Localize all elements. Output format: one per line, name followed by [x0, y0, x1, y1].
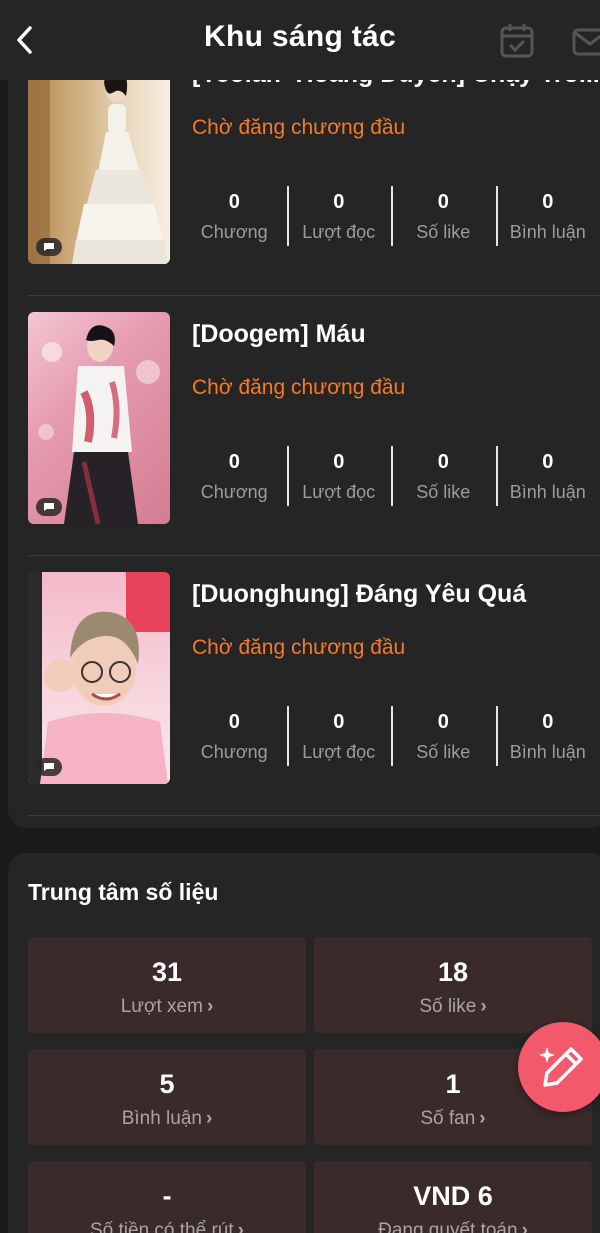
tile-label: Bình luận ›: [28, 1108, 306, 1130]
chevron-right-icon: ›: [205, 1108, 213, 1129]
cover-illustration: [28, 572, 170, 784]
stat-label: Số like: [416, 222, 471, 242]
stat-reads: 0 Lượt đọc: [286, 186, 392, 248]
stat-chapters: 0 Chương: [182, 446, 287, 508]
stat-chapters: 0 Chương: [182, 186, 287, 248]
top-bar: Khu sáng tác: [0, 0, 600, 80]
data-center: Trung tâm số liệu 31 Lượt xem › 18 Số lik…: [8, 853, 600, 1233]
stat-value: 0: [542, 711, 554, 733]
tile-comments[interactable]: 5 Bình luận ›: [28, 1049, 306, 1145]
work-cover[interactable]: [28, 572, 170, 784]
tile-label: Số fan ›: [314, 1108, 592, 1130]
comment-badge: [36, 758, 62, 776]
works-list: [Yeolan×Hoàng Duyên] Chạy Trố... Chờ đăn…: [8, 60, 600, 828]
stat-comments: 0 Bình luận: [495, 706, 600, 768]
tile-label: Lượt xem ›: [28, 996, 306, 1018]
calendar-check-icon: [500, 24, 534, 58]
tile-likes[interactable]: 18 Số like ›: [314, 937, 592, 1033]
comment-icon: [44, 503, 54, 511]
stat-label: Bình luận: [509, 222, 586, 242]
work-stats: 0 Chương 0 Lượt đọc 0 Số like 0 Bình luận: [182, 186, 600, 248]
work-item[interactable]: [Yeolan×Hoàng Duyên] Chạy Trố... Chờ đăn…: [28, 60, 600, 296]
stat-label: Số like: [416, 742, 471, 762]
tile-label-text: Bình luận: [121, 1108, 202, 1129]
work-title[interactable]: [Duonghung] Đáng Yêu Quá: [192, 580, 600, 609]
stat-reads: 0 Lượt đọc: [286, 706, 392, 768]
stat-value: 0: [437, 451, 449, 473]
work-item[interactable]: [Doogem] Máu Chờ đăng chương đầu 0 Chương…: [28, 296, 600, 556]
stat-label: Lượt đọc: [302, 742, 376, 762]
stat-label: Lượt đọc: [302, 482, 376, 502]
stat-value: 0: [333, 191, 345, 213]
tile-views[interactable]: 31 Lượt xem ›: [28, 937, 306, 1033]
stat-label: Lượt đọc: [302, 222, 376, 242]
stat-value: 0: [542, 191, 554, 213]
tile-settling[interactable]: VND 6 Đang quyết toán ›: [314, 1161, 592, 1233]
stat-label: Chương: [200, 482, 268, 502]
chevron-right-icon: ›: [206, 996, 214, 1017]
tile-withdrawable[interactable]: - Số tiền có thể rút ›: [28, 1161, 306, 1233]
comment-icon: [44, 763, 54, 771]
pencil-sparkle-icon: [539, 1047, 583, 1087]
tile-label-text: Đang quyết toán: [378, 1220, 518, 1233]
work-cover[interactable]: [28, 312, 170, 524]
mail-icon: [572, 28, 600, 56]
tile-label-text: Số fan: [420, 1108, 476, 1129]
stat-comments: 0 Bình luận: [495, 446, 600, 508]
stat-chapters: 0 Chương: [182, 706, 287, 768]
tile-label: Số like ›: [314, 996, 592, 1018]
work-item[interactable]: [Duonghung] Đáng Yêu Quá Chờ đăng chương…: [28, 556, 600, 816]
chevron-right-icon: ›: [521, 1220, 528, 1233]
stat-label: Chương: [200, 222, 268, 242]
tile-value: -: [162, 1181, 172, 1211]
chevron-right-icon: ›: [237, 1220, 244, 1233]
stat-label: Bình luận: [509, 742, 586, 762]
stat-label: Số like: [416, 482, 471, 502]
comment-icon: [44, 243, 54, 251]
write-fab-button[interactable]: [518, 1022, 600, 1112]
work-status: Chờ đăng chương đầu: [192, 636, 406, 659]
cover-illustration: [38, 325, 160, 524]
stat-value: 0: [333, 711, 345, 733]
tile-value: 31: [151, 957, 183, 987]
tile-label-text: Lượt xem: [120, 996, 203, 1017]
work-cover[interactable]: [28, 60, 170, 264]
stat-value: 0: [228, 191, 240, 213]
work-title[interactable]: [Doogem] Máu: [192, 320, 600, 349]
tile-value: 18: [437, 957, 469, 987]
stat-likes: 0 Số like: [391, 186, 496, 248]
stat-value: 0: [228, 451, 240, 473]
comment-badge: [36, 498, 62, 516]
data-center-title: Trung tâm số liệu: [28, 879, 219, 905]
stat-likes: 0 Số like: [391, 446, 496, 508]
tile-label: Đang quyết toán ›: [314, 1220, 592, 1233]
tile-value: 5: [159, 1069, 175, 1099]
stat-comments: 0 Bình luận: [495, 186, 600, 248]
tile-label-text: Số like: [419, 996, 477, 1017]
tile-value: VND 6: [413, 1181, 493, 1211]
work-status: Chờ đăng chương đầu: [192, 376, 406, 399]
stat-value: 0: [542, 451, 554, 473]
comment-badge: [36, 238, 62, 256]
stat-value: 0: [333, 451, 345, 473]
stat-label: Chương: [200, 742, 268, 762]
work-stats: 0 Chương 0 Lượt đọc 0 Số like 0 Bình luận: [182, 706, 600, 768]
tile-label-text: Số tiền có thể rút: [90, 1220, 234, 1233]
stat-likes: 0 Số like: [391, 706, 496, 768]
mail-button[interactable]: [570, 22, 600, 60]
tile-label: Số tiền có thể rút ›: [28, 1220, 306, 1233]
calendar-button[interactable]: [498, 22, 538, 60]
stat-value: 0: [437, 191, 449, 213]
stat-value: 0: [228, 711, 240, 733]
stat-reads: 0 Lượt đọc: [286, 446, 392, 508]
work-stats: 0 Chương 0 Lượt đọc 0 Số like 0 Bình luận: [182, 446, 600, 508]
chevron-right-icon: ›: [480, 996, 487, 1017]
work-status: Chờ đăng chương đầu: [192, 116, 406, 139]
stat-label: Bình luận: [509, 482, 586, 502]
cover-illustration: [28, 60, 168, 264]
stat-value: 0: [437, 711, 449, 733]
chevron-right-icon: ›: [479, 1108, 486, 1129]
